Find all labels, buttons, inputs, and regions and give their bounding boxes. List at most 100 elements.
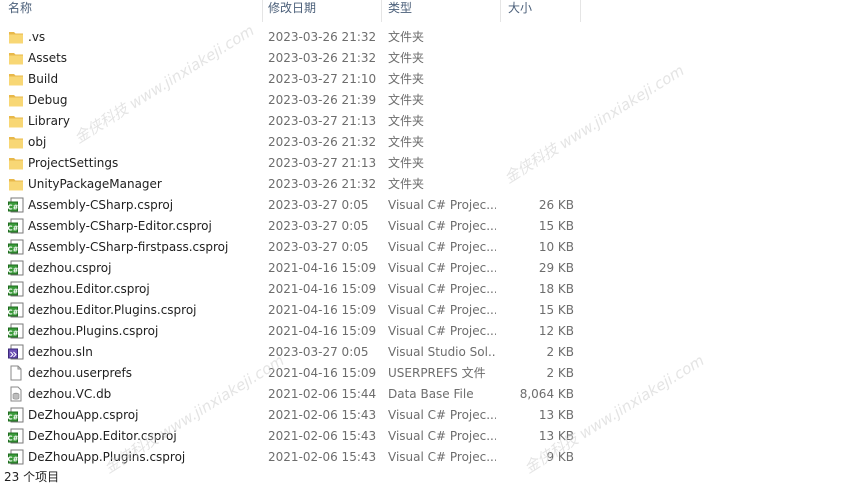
file-type: 文件夹	[388, 72, 425, 86]
file-row[interactable]: dezhou.VC.db 2021-02-06 15:44 Data Base Fi…	[0, 384, 859, 405]
folder-icon	[8, 92, 24, 108]
file-type: Visual C# Projec...	[388, 450, 496, 464]
file-type: 文件夹	[388, 30, 425, 44]
svg-text:C#: C#	[8, 456, 19, 464]
file-size	[500, 48, 574, 69]
file-date: 2023-03-26 21:32	[268, 51, 377, 65]
csproj-icon: C#	[8, 428, 24, 444]
svg-text:C#: C#	[8, 204, 19, 212]
folder-icon	[8, 113, 24, 129]
file-name: DeZhouApp.csproj	[28, 408, 139, 422]
file-row[interactable]: C# Assembly-CSharp.csproj 2023-03-27 0:05 V…	[0, 195, 859, 216]
file-row[interactable]: C# Assembly-CSharp-firstpass.csproj 2023-0…	[0, 237, 859, 258]
csproj-icon: C#	[8, 281, 24, 297]
svg-text:C#: C#	[8, 330, 19, 338]
column-header-bar: 名称 修改日期 类型 大小	[0, 0, 859, 22]
sln-icon	[8, 344, 24, 360]
file-type: Visual C# Projec...	[388, 240, 496, 254]
file-size	[500, 111, 574, 132]
db-file-icon	[8, 386, 24, 402]
file-type: Visual Studio Sol...	[388, 345, 496, 359]
file-type: Visual C# Projec...	[388, 261, 496, 275]
file-date: 2021-04-16 15:09	[268, 303, 377, 317]
file-date: 2021-04-16 15:09	[268, 282, 377, 296]
file-row[interactable]: C# DeZhouApp.csproj 2021-02-06 15:43 Visual…	[0, 405, 859, 426]
folder-icon	[8, 176, 24, 192]
column-divider[interactable]	[500, 0, 501, 22]
svg-text:C#: C#	[8, 435, 19, 443]
csproj-icon: C#	[8, 302, 24, 318]
folder-icon	[8, 71, 24, 87]
file-type: 文件夹	[388, 135, 425, 149]
file-row[interactable]: C# dezhou.Plugins.csproj 2021-04-16 15:09 V…	[0, 321, 859, 342]
csproj-icon: C#	[8, 239, 24, 255]
file-type: Visual C# Projec...	[388, 408, 496, 422]
file-date: 2023-03-27 0:05	[268, 345, 369, 359]
file-type: Visual C# Projec...	[388, 324, 496, 338]
file-row[interactable]: C# dezhou.Editor.Plugins.csproj 2021-04-16…	[0, 300, 859, 321]
file-row[interactable]: .vs 2023-03-26 21:32 文件夹	[0, 27, 859, 48]
svg-text:C#: C#	[8, 267, 19, 275]
file-row[interactable]: dezhou.userprefs 2021-04-16 15:09 USERPREF…	[0, 363, 859, 384]
file-name: Library	[28, 114, 70, 128]
file-size: 26 KB	[538, 198, 574, 212]
folder-icon	[8, 134, 24, 150]
file-name: dezhou.Editor.Plugins.csproj	[28, 303, 197, 317]
file-row[interactable]: C# Assembly-CSharp-Editor.csproj 2023-03-2…	[0, 216, 859, 237]
file-name: Assembly-CSharp.csproj	[28, 198, 174, 212]
file-date: 2023-03-27 0:05	[268, 240, 369, 254]
file-size	[500, 69, 574, 90]
file-type: Visual C# Projec...	[388, 429, 496, 443]
file-size: 15 KB	[538, 303, 574, 317]
file-type: Visual C# Projec...	[388, 303, 496, 317]
file-date: 2021-02-06 15:43	[268, 450, 377, 464]
file-row[interactable]: obj 2023-03-26 21:32 文件夹	[0, 132, 859, 153]
csproj-icon: C#	[8, 218, 24, 234]
file-date: 2023-03-27 0:05	[268, 219, 369, 233]
file-size: 29 KB	[538, 261, 574, 275]
file-type: Visual C# Projec...	[388, 198, 496, 212]
column-divider[interactable]	[381, 0, 382, 22]
file-date: 2023-03-27 21:10	[268, 72, 377, 86]
column-divider[interactable]	[262, 0, 263, 22]
file-type: Data Base File	[388, 387, 474, 401]
file-date: 2023-03-26 21:32	[268, 177, 377, 191]
column-header-size[interactable]: 大小	[504, 0, 578, 22]
column-header-name[interactable]: 名称	[4, 0, 258, 22]
file-type: Visual C# Projec...	[388, 219, 496, 233]
file-type: 文件夹	[388, 114, 425, 128]
file-row[interactable]: ProjectSettings 2023-03-27 21:13 文件夹	[0, 153, 859, 174]
file-size: 8,064 KB	[519, 387, 574, 401]
file-name: dezhou.Editor.csproj	[28, 282, 150, 296]
column-header-type[interactable]: 类型	[384, 0, 496, 22]
column-divider[interactable]	[580, 0, 581, 22]
file-name: Assembly-CSharp-firstpass.csproj	[28, 240, 229, 254]
file-row[interactable]: Assets 2023-03-26 21:32 文件夹	[0, 48, 859, 69]
file-date: 2023-03-27 0:05	[268, 198, 369, 212]
file-name: obj	[28, 135, 47, 149]
file-size: 2 KB	[546, 366, 574, 380]
svg-text:C#: C#	[8, 414, 19, 422]
file-date: 2023-03-26 21:39	[268, 93, 377, 107]
file-row[interactable]: Build 2023-03-27 21:10 文件夹	[0, 69, 859, 90]
file-date: 2023-03-26 21:32	[268, 135, 377, 149]
svg-text:C#: C#	[8, 225, 19, 233]
file-row[interactable]: UnityPackageManager 2023-03-26 21:32 文件夹	[0, 174, 859, 195]
file-name: dezhou.csproj	[28, 261, 112, 275]
column-header-date[interactable]: 修改日期	[264, 0, 380, 22]
status-item-count: 23 个项目	[4, 470, 60, 484]
folder-icon	[8, 29, 24, 45]
file-size: 18 KB	[538, 282, 574, 296]
file-type: 文件夹	[388, 156, 425, 170]
file-type: USERPREFS 文件	[388, 366, 486, 380]
file-row[interactable]: dezhou.sln 2023-03-27 0:05 Visual Studio S…	[0, 342, 859, 363]
file-type: 文件夹	[388, 51, 425, 65]
file-size	[500, 27, 574, 48]
blank-file-icon	[8, 365, 24, 381]
file-name: UnityPackageManager	[28, 177, 162, 191]
file-row[interactable]: C# dezhou.Editor.csproj 2021-04-16 15:09 Vi…	[0, 279, 859, 300]
file-row[interactable]: C# dezhou.csproj 2021-04-16 15:09 Visual C#…	[0, 258, 859, 279]
file-date: 2023-03-27 21:13	[268, 156, 377, 170]
file-size: 2 KB	[546, 345, 574, 359]
file-type: 文件夹	[388, 177, 425, 191]
